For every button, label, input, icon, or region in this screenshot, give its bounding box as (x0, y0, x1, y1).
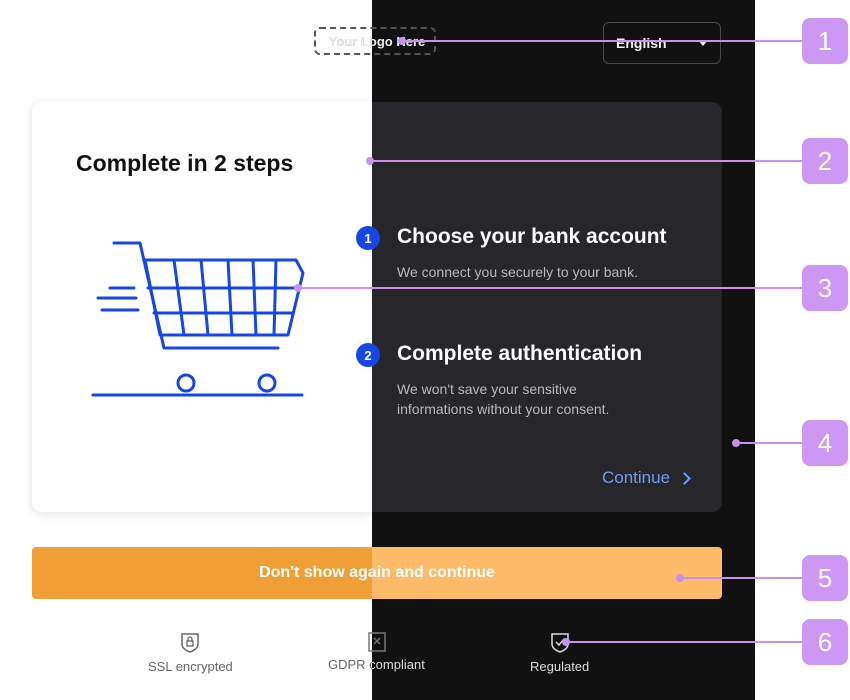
callout-dot-3 (294, 284, 302, 292)
regulated-label: Regulated (530, 659, 590, 674)
continue-link[interactable]: Continue (602, 468, 691, 488)
callout-line-6 (568, 641, 802, 643)
step-2-badge: 2 (356, 343, 380, 367)
dont-show-again-button[interactable]: Don't show again and continue (32, 547, 722, 599)
gdpr-document-icon (368, 632, 386, 652)
callout-1: 1 (802, 18, 848, 64)
gdpr-label-light: GDPR compliant (328, 657, 372, 672)
callout-3: 3 (802, 265, 848, 311)
callout-2: 2 (802, 138, 848, 184)
callout-line-2 (371, 160, 802, 162)
chevron-right-icon (678, 471, 691, 485)
gdpr-label-dark: GDPR compliant (372, 657, 425, 672)
callout-dot-2 (366, 157, 374, 165)
callout-dot-4 (732, 439, 740, 447)
step-1-description: We connect you securely to your bank. (397, 264, 638, 280)
language-value: English (616, 35, 667, 51)
step-1-title: Choose your bank account (397, 225, 667, 248)
step-2-description-line-2: informations without your consent. (397, 401, 610, 417)
callout-dot-5 (676, 574, 684, 582)
lock-shield-icon (181, 633, 200, 653)
step-2-description: We won't save your sensitive information… (397, 379, 609, 419)
callout-line-1 (404, 40, 802, 42)
callout-5: 5 (802, 555, 848, 601)
step-1-badge: 1 (356, 226, 380, 250)
continue-label: Continue (602, 468, 671, 487)
gdpr-badge: GDPR compliant GDPR compliant (328, 631, 438, 675)
card-title: Complete in 2 steps (76, 150, 294, 176)
step-2-description-line-1: We won't save your sensitive (397, 381, 577, 397)
callout-4: 4 (802, 420, 848, 466)
ssl-badge: SSL encrypted (148, 631, 233, 674)
steps-card-dark (372, 102, 722, 512)
regulated-badge: Regulated (530, 631, 589, 674)
callout-line-4 (738, 442, 802, 444)
callout-dot-6 (562, 638, 570, 646)
callout-6: 6 (802, 619, 848, 665)
callout-dot-1 (398, 37, 406, 45)
dont-show-again-label: Don't show again and continue (259, 564, 495, 581)
ssl-label: SSL encrypted (148, 659, 233, 674)
step-2-title: Complete authentication (397, 342, 643, 365)
callout-line-3 (300, 287, 802, 289)
shopping-cart-icon (91, 241, 305, 397)
language-select[interactable]: English (603, 22, 721, 64)
callout-line-5 (680, 577, 802, 579)
